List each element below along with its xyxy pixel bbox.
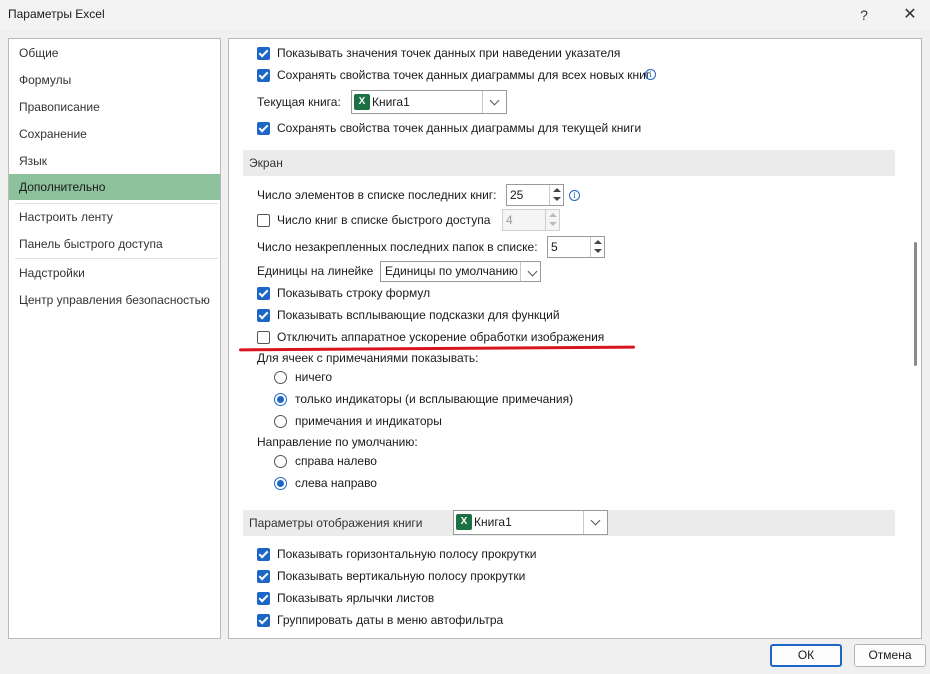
unpinned-folders-label: Число незакрепленных последних папок в с… [257,240,538,254]
info-icon: i [569,190,580,201]
close-icon[interactable]: ✕ [898,4,922,26]
show-sheet-tabs-label: Показывать ярлычки листов [277,591,435,605]
comments-indicators-radio[interactable] [274,393,287,406]
scrollbar-thumb[interactable] [914,242,917,366]
help-icon[interactable]: ? [852,4,876,26]
group-dates-label: Группировать даты в меню автофильтра [277,613,504,627]
show-vscroll-checkbox[interactable] [257,570,270,583]
sidebar-nav: Общие Формулы Правописание Сохранение Яз… [8,38,221,639]
quick-access-value: 4 [506,213,513,227]
recent-books-value: 25 [510,188,524,202]
spinner-arrows[interactable] [590,237,604,257]
ok-button[interactable]: ОК [770,644,842,667]
workbook-value: Книга1 [474,515,512,529]
nav-item-general[interactable]: Общие [9,40,220,66]
chevron-down-icon [583,511,607,534]
comments-label: Для ячеек с примечаниями показывать: [257,351,479,365]
quick-access-label: Число книг в списке быстрого доступа [277,213,491,227]
show-formula-bar-label: Показывать строку формул [277,286,431,300]
comments-indicators-label: только индикаторы (и всплывающие примеча… [295,392,574,406]
excel-icon: X [354,94,370,110]
show-function-tips-checkbox[interactable] [257,309,270,322]
ruler-units-label: Единицы на линейке [257,264,374,278]
current-book-value: Книга1 [372,95,410,109]
nav-item-addins[interactable]: Надстройки [9,260,220,286]
info-icon: i [645,69,656,80]
comments-both-label: примечания и индикаторы [295,414,442,428]
disable-hw-accel-label: Отключить аппаратное ускорение обработки… [277,330,605,344]
chevron-down-icon [520,262,540,281]
spinner-arrows[interactable] [549,185,563,205]
nav-item-customize-ribbon[interactable]: Настроить ленту [9,204,220,230]
vertical-scrollbar[interactable] [911,39,921,638]
direction-rtl-radio[interactable] [274,455,287,468]
options-panel: Показывать значения точек данных при нав… [228,38,922,639]
comments-none-radio[interactable] [274,371,287,384]
title-bar: Параметры Excel ? ✕ [0,0,930,30]
show-sheet-tabs-checkbox[interactable] [257,592,270,605]
save-props-current-label: Сохранять свойства точек данных диаграмм… [277,121,642,135]
show-values-hover-checkbox[interactable] [257,47,270,60]
direction-label: Направление по умолчанию: [257,435,418,449]
save-props-all-label: Сохранять свойства точек данных диаграмм… [277,68,651,82]
nav-item-quick-access-toolbar[interactable]: Панель быстрого доступа [9,231,220,257]
show-formula-bar-checkbox[interactable] [257,287,270,300]
recent-books-spinner[interactable]: 25 [506,184,564,206]
show-function-tips-label: Показывать всплывающие подсказки для фун… [277,308,560,322]
direction-ltr-radio[interactable] [274,477,287,490]
quick-access-checkbox[interactable] [257,214,270,227]
comments-none-label: ничего [295,370,333,384]
direction-rtl-label: справа налево [295,454,377,468]
chevron-down-icon [482,91,506,113]
excel-icon: X [456,514,472,530]
nav-divider [15,258,218,259]
unpinned-folders-spinner[interactable]: 5 [547,236,605,258]
show-hscroll-checkbox[interactable] [257,548,270,561]
show-hscroll-label: Показывать горизонтальную полосу прокрут… [277,547,537,561]
recent-books-label: Число элементов в списке последних книг: [257,188,497,202]
show-values-hover-label: Показывать значения точек данных при нав… [277,46,621,60]
nav-item-trust-center[interactable]: Центр управления безопасностью [9,287,220,313]
current-book-label: Текущая книга: [257,95,341,109]
nav-item-proofing[interactable]: Правописание [9,94,220,120]
quick-access-spinner: 4 [502,209,560,231]
nav-item-save[interactable]: Сохранение [9,121,220,147]
show-vscroll-label: Показывать вертикальную полосу прокрутки [277,569,526,583]
section-header-screen: Экран [243,150,895,176]
group-dates-checkbox[interactable] [257,614,270,627]
ruler-units-dropdown[interactable]: Единицы по умолчанию [380,261,541,282]
window-title: Параметры Excel [8,7,105,21]
nav-item-language[interactable]: Язык [9,148,220,174]
ruler-units-value: Единицы по умолчанию [385,264,518,278]
direction-ltr-label: слева направо [295,476,377,490]
unpinned-folders-value: 5 [551,240,558,254]
spinner-arrows [545,210,559,230]
workbook-dropdown[interactable]: X Книга1 [453,510,608,535]
comments-both-radio[interactable] [274,415,287,428]
save-props-current-checkbox[interactable] [257,122,270,135]
nav-item-formulas[interactable]: Формулы [9,67,220,93]
current-book-dropdown[interactable]: X Книга1 [351,90,507,114]
disable-hw-accel-checkbox[interactable] [257,331,270,344]
save-props-all-checkbox[interactable] [257,69,270,82]
nav-item-advanced[interactable]: Дополнительно [9,174,220,200]
cancel-button[interactable]: Отмена [854,644,926,667]
